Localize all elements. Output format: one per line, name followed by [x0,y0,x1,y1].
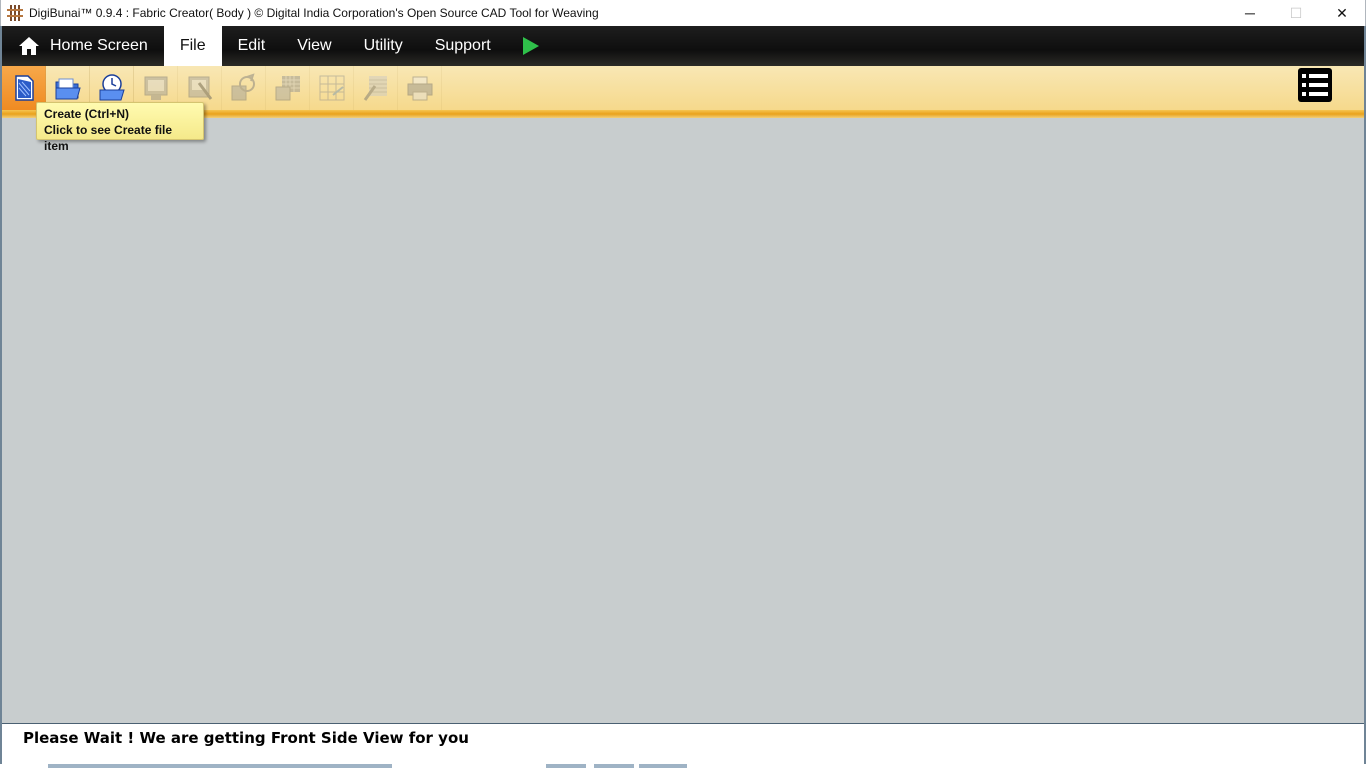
export-texture-icon [275,76,300,101]
status-message: Please Wait ! We are getting Front Side … [23,729,469,747]
toolbar-accent-stripe [2,110,1364,118]
status-bar: Please Wait ! We are getting Front Side … [2,725,1364,765]
main-menu-bar: Home Screen File Edit View Utility Suppo… [2,26,1364,66]
menu-edit[interactable]: Edit [222,26,282,66]
window-title: DigiBunai™ 0.9.4 : Fabric Creator( Body … [29,6,599,20]
print-button[interactable] [398,66,442,110]
export-icon [231,73,255,101]
print-icon [407,76,432,101]
recent-files-icon [99,74,125,101]
menu-file[interactable]: File [163,26,222,66]
open-folder-icon [55,78,81,100]
taskbar-edge [0,764,1366,768]
maximize-button[interactable]: ☐ [1273,0,1319,26]
save-as-icon [188,76,212,100]
create-tooltip: Create (Ctrl+N) Click to see Create file… [36,102,204,153]
export-button[interactable] [222,66,266,110]
export-grid-button[interactable] [310,66,354,110]
minimize-button[interactable]: ─ [1227,0,1273,26]
design-workspace[interactable] [2,118,1364,724]
menu-view[interactable]: View [281,26,347,66]
save-icon [144,76,167,100]
hamburger-menu-button[interactable] [1298,68,1332,102]
tooltip-description: Click to see Create file item [44,123,173,153]
export-simulation-icon [363,76,387,101]
tooltip-title: Create (Ctrl+N) [44,107,130,121]
digibunai-logo-icon [7,5,23,21]
menu-utility[interactable]: Utility [348,26,419,66]
export-grid-icon [319,75,344,101]
export-simulation-button[interactable] [354,66,398,110]
create-file-icon [14,75,34,101]
menu-home-label: Home Screen [50,37,148,54]
hamburger-menu-icon [1302,74,1328,96]
home-icon [18,36,40,56]
menu-home-screen[interactable]: Home Screen [2,26,164,66]
window-title-bar: DigiBunai™ 0.9.4 : Fabric Creator( Body … [0,0,1366,26]
play-icon[interactable] [522,37,539,55]
export-texture-button[interactable] [266,66,310,110]
file-toolbar [2,66,1364,110]
close-button[interactable]: ✕ [1319,0,1365,26]
menu-support[interactable]: Support [419,26,507,66]
